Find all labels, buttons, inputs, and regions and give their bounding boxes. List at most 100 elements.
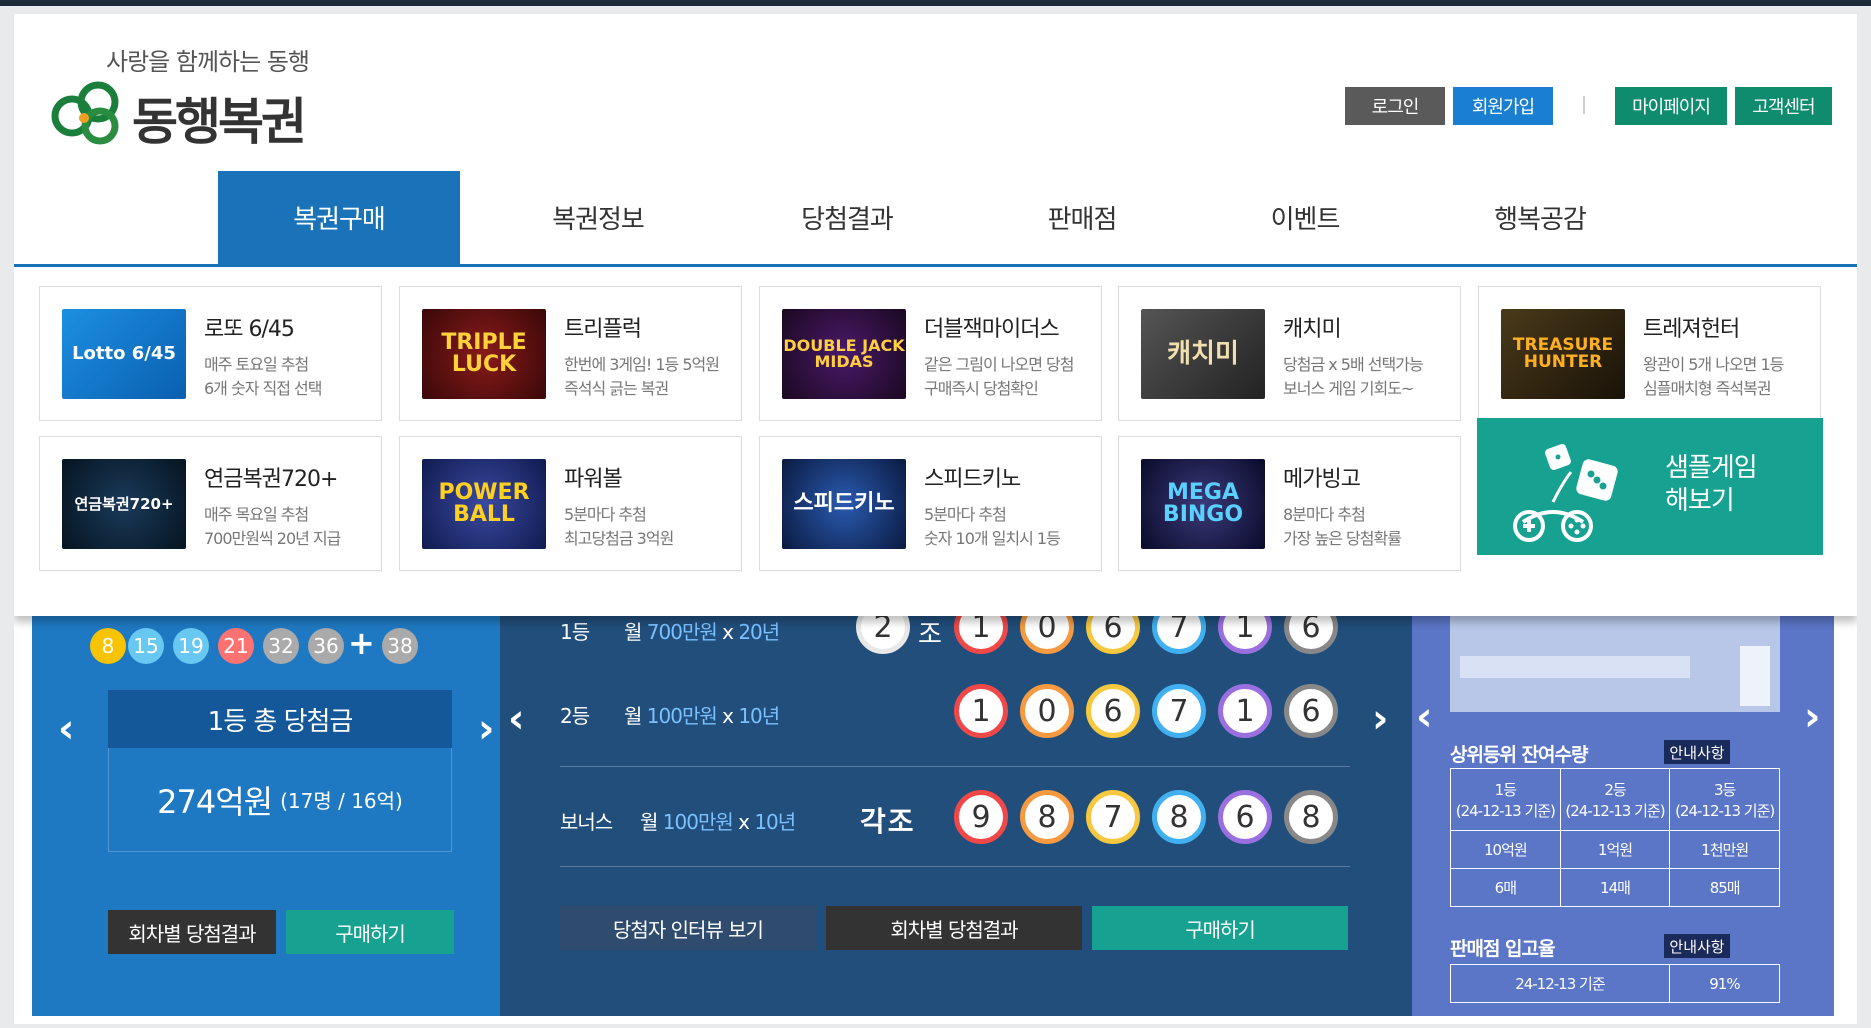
game-title: 더블잭마이더스: [924, 317, 1060, 342]
table-cell: 6매: [1450, 868, 1561, 907]
game-desc: 6개 숫자 직접 선택: [204, 379, 322, 398]
rank2-name: 2등: [560, 704, 590, 728]
table-cell: 1등 (24-12-13 기준): [1450, 768, 1561, 831]
game-desc: 가장 높은 당첨확률: [1283, 529, 1402, 548]
remaining-notice-button[interactable]: 안내사항: [1664, 740, 1730, 764]
game-card-pension720[interactable]: 연금복권720+ 연금복권720+ 매주 목요일 추첨 700만원씩 20년 지…: [39, 436, 382, 571]
total-prize-box: 274억원 (17명 / 16억): [108, 748, 452, 852]
nav-events[interactable]: 이벤트: [1192, 171, 1418, 264]
mypage-button[interactable]: 마이페이지: [1615, 87, 1727, 125]
game-title: 트레져헌터: [1643, 317, 1740, 342]
divider: [560, 866, 1350, 867]
game-title: 로또 6/45: [204, 317, 295, 342]
game-desc: 심플매치형 즉석복권: [1643, 379, 1772, 398]
rank1-name: 1등: [560, 620, 590, 644]
sample-game-button[interactable]: 샘플게임 해보기: [1477, 418, 1823, 555]
rank2-digit: 1: [954, 684, 1008, 738]
rank2-prize: 월 100만원 x 10년: [624, 704, 780, 728]
remaining-title: 상위등위 잔여수량: [1450, 744, 1588, 766]
site-logo[interactable]: 사랑을 함께하는 동행 동행복권: [48, 42, 310, 162]
pension-buy-button[interactable]: 구매하기: [1092, 906, 1348, 950]
lottery-window: 사랑을 함께하는 동행 동행복권 로그인 회원가입 마이페이지 고객센터 복권구…: [14, 14, 1857, 1024]
lotto-thumb-icon: Lotto 6/45: [62, 309, 186, 399]
nav-win-results[interactable]: 당첨결과: [734, 171, 960, 264]
chevron-right-icon[interactable]: ›: [478, 706, 494, 752]
game-title: 트리플럭: [564, 317, 642, 342]
table-cell: 91%: [1668, 964, 1781, 1003]
game-card-speed-keno[interactable]: 스피드키노 스피드키노 5분마다 추첨 숫자 10개 일치시 1등: [759, 436, 1102, 571]
table-cell: 3등 (24-12-13 기준): [1669, 768, 1780, 831]
bonus-digit: 9: [954, 790, 1008, 844]
game-card-powerball[interactable]: POWER BALL 파워볼 5분마다 추첨 최고당첨금 3억원: [399, 436, 742, 571]
game-desc: 숫자 10개 일치시 1등: [924, 529, 1061, 548]
winner-interview-button[interactable]: 당첨자 인터뷰 보기: [560, 906, 816, 950]
game-card-treasure-hunter[interactable]: TREASURE HUNTER 트레져헌터 왕관이 5개 나오면 1등 심플매치…: [1478, 286, 1821, 421]
chevron-right-icon[interactable]: ›: [1804, 694, 1820, 740]
total-prize-sub: (17명 / 16억): [280, 789, 403, 813]
rank2-digit: 6: [1086, 684, 1140, 738]
game-desc: 매주 목요일 추첨: [204, 505, 309, 524]
chevron-left-icon[interactable]: ‹: [1416, 694, 1432, 740]
bonus-digit: 8: [1152, 790, 1206, 844]
pension-thumb-icon: 연금복권720+: [62, 459, 186, 549]
divider: [560, 766, 1350, 767]
lotto-ball: 32: [263, 628, 299, 664]
game-desc: 한번에 3게임! 1등 5억원: [564, 355, 720, 374]
game-desc: 당첨금 x 5배 선택가능: [1283, 355, 1424, 374]
bonus-group: 각조: [860, 805, 916, 838]
scratch-ticket-image: [1450, 616, 1780, 712]
nav-happiness[interactable]: 행복공감: [1427, 171, 1653, 264]
nav-stores[interactable]: 판매점: [969, 171, 1195, 264]
rank2-digit: 1: [1218, 684, 1272, 738]
chevron-left-icon[interactable]: ‹: [58, 706, 74, 752]
nav-lottery-info[interactable]: 복권정보: [485, 171, 711, 264]
table-row: 6매 14매 85매: [1450, 868, 1780, 907]
lotto-ball: 8: [90, 628, 126, 664]
lotto-buy-button[interactable]: 구매하기: [286, 910, 454, 954]
sample-game-label: 샘플게임 해보기: [1665, 453, 1758, 516]
rank2-digit: 0: [1020, 684, 1074, 738]
login-button[interactable]: 로그인: [1345, 87, 1445, 125]
lotto-ball: 19: [173, 628, 209, 664]
game-desc: 즉석식 긁는 복권: [564, 379, 669, 398]
game-desc: 같은 그림이 나오면 당첨: [924, 355, 1074, 374]
game-title: 메가빙고: [1283, 467, 1361, 492]
table-cell: 1천만원: [1669, 830, 1780, 869]
rank1-prize: 월 700만원 x 20년: [624, 620, 780, 644]
lotto-ball: 21: [218, 628, 254, 664]
store-rate-title: 판매점 입고율: [1450, 938, 1555, 960]
game-card-mega-bingo[interactable]: MEGA BINGO 메가빙고 8분마다 추첨 가장 높은 당첨확률: [1118, 436, 1461, 571]
lotto-results-button[interactable]: 회차별 당첨결과: [108, 910, 276, 954]
game-card-triple-luck[interactable]: TRIPLE LUCK 트리플럭 한번에 3게임! 1등 5억원 즉석식 긁는 …: [399, 286, 742, 421]
game-card-lotto645[interactable]: Lotto 6/45 로또 6/45 매주 토요일 추첨 6개 숫자 직접 선택: [39, 286, 382, 421]
game-desc: 왕관이 5개 나오면 1등: [1643, 355, 1784, 374]
powerball-thumb-icon: POWER BALL: [422, 459, 546, 549]
game-card-double-jack[interactable]: DOUBLE JACK MIDAS 더블잭마이더스 같은 그림이 나오면 당첨 …: [759, 286, 1102, 421]
bonus-prize: 월 100만원 x 10년: [640, 810, 796, 834]
speed-keno-thumb-icon: 스피드키노: [782, 459, 906, 549]
util-divider: [1583, 96, 1585, 114]
lotto-ball: 15: [128, 628, 164, 664]
pension-results-button[interactable]: 회차별 당첨결과: [826, 906, 1082, 950]
total-prize-amount: 274억원: [157, 782, 273, 821]
table-row: 1등 (24-12-13 기준) 2등 (24-12-13 기준) 3등 (24-12…: [1450, 768, 1780, 831]
signup-button[interactable]: 회원가입: [1453, 87, 1553, 125]
bonus-plus: +: [348, 624, 375, 662]
bonus-digit: 7: [1086, 790, 1140, 844]
game-desc: 최고당첨금 3억원: [564, 529, 674, 548]
chevron-right-icon[interactable]: ›: [1372, 696, 1388, 742]
logo-tagline: 사랑을 함께하는 동행: [106, 48, 310, 76]
bonus-name: 보너스: [560, 810, 613, 834]
bonus-digit: 6: [1218, 790, 1272, 844]
game-desc: 700만원씩 20년 지급: [204, 529, 341, 548]
table-cell: 24-12-13 기준: [1450, 964, 1670, 1003]
rank2-digit: 7: [1152, 684, 1206, 738]
chevron-left-icon[interactable]: ‹: [508, 696, 524, 742]
bonus-digit: 8: [1020, 790, 1074, 844]
game-card-catch-me[interactable]: 캐치미 캐치미 당첨금 x 5배 선택가능 보너스 게임 기회도~: [1118, 286, 1461, 421]
nav-buy-lottery[interactable]: 복권구매: [218, 171, 460, 264]
game-title: 파워볼: [564, 467, 623, 492]
remaining-table: 1등 (24-12-13 기준) 2등 (24-12-13 기준) 3등 (24-12…: [1450, 768, 1780, 907]
support-button[interactable]: 고객센터: [1735, 87, 1832, 125]
store-notice-button[interactable]: 안내사항: [1664, 934, 1730, 958]
